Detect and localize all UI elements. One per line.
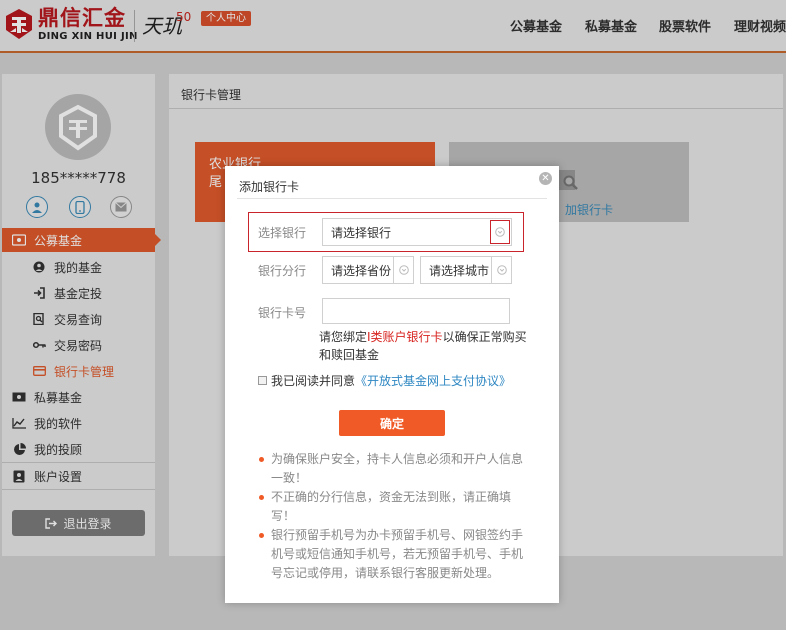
branch-label: 银行分行 [258,264,307,278]
select-bank-label: 选择银行 [258,226,307,240]
note-text: 为确保账户安全，持卡人信息必须和开户人信息一致！ [271,452,524,485]
card-number-input[interactable] [322,298,510,324]
close-icon[interactable]: ✕ [539,172,552,185]
bullet-icon [259,495,264,500]
bullet-icon [259,457,264,462]
hint-prefix: 请您绑定 [319,330,368,344]
card-hint: 请您绑定I类账户银行卡以确保正常购买和赎回基金 [319,328,529,364]
card-number-label: 银行卡号 [258,306,307,320]
province-dropdown[interactable]: 请选择省份 [322,256,414,284]
agree-checkbox[interactable] [258,376,267,385]
confirm-button[interactable]: 确定 [339,410,445,436]
agree-text: 我已阅读并同意 [271,374,356,388]
select-bank-value: 请选择银行 [331,225,392,240]
note-item: 银行预留手机号为办卡预留手机号、网银签约手机号或短信通知手机号，若无预留手机号、… [259,526,529,583]
bullet-icon [259,533,264,538]
hint-highlight: I类账户银行卡 [367,330,443,344]
select-bank-dropdown[interactable]: 请选择银行 [322,218,512,246]
chevron-down-icon[interactable] [490,220,510,244]
dialog-title-divider [237,198,547,199]
note-text: 不正确的分行信息，资金无法到账，请正确填写！ [271,490,512,523]
dialog-title: 添加银行卡 [239,180,300,194]
chevron-down-icon[interactable] [491,257,511,283]
note-item: 不正确的分行信息，资金无法到账，请正确填写！ [259,488,529,526]
city-dropdown[interactable]: 请选择城市 [420,256,512,284]
add-bank-card-dialog: 添加银行卡 ✕ 选择银行 请选择银行 银行分行 请选择省份 请选择城市 银行卡号… [225,166,559,603]
agreement-link[interactable]: 《开放式基金网上支付协议》 [355,372,511,389]
note-text: 银行预留手机号为办卡预留手机号、网银签约手机号或短信通知手机号，若无预留手机号、… [271,528,524,580]
province-value: 请选择省份 [331,263,392,278]
agreement-row: 我已阅读并同意 《开放式基金网上支付协议》 [258,372,511,389]
note-item: 为确保账户安全，持卡人信息必须和开户人信息一致！ [259,450,529,488]
city-value: 请选择城市 [429,263,490,278]
chevron-down-icon[interactable] [393,257,413,283]
